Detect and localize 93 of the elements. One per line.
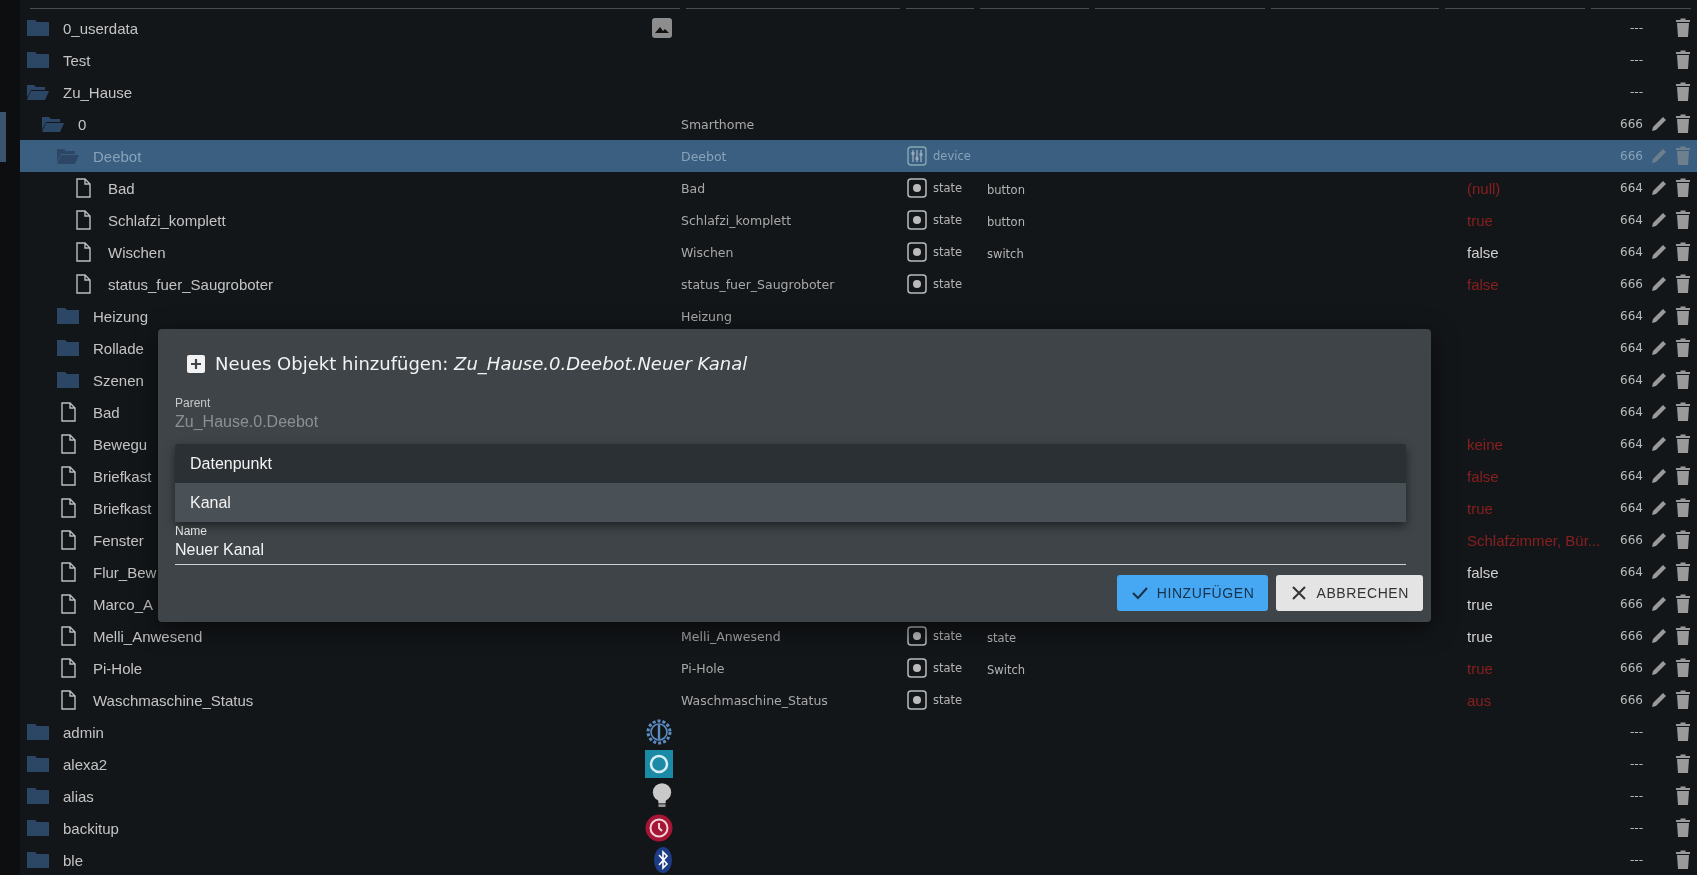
object-name: Heizung [681,308,732,324]
acl-text: 664 [1620,309,1643,323]
acl-text: 666 [1620,661,1643,675]
object-id: Melli_Anwesend [93,627,203,645]
acl-text: 664 [1620,213,1643,227]
object-value: true [1467,211,1493,229]
acl-text: 666 [1620,533,1643,547]
acl-text: --- [1630,85,1643,99]
acl-text: 664 [1620,341,1643,355]
object-value: false [1467,467,1499,485]
object-id: Waschmaschine_Status [93,691,254,709]
acl-text: 666 [1620,597,1643,611]
object-type: state [933,661,963,675]
object-id: Deebot [93,147,142,165]
object-id: Test [63,51,91,69]
acl-text: 664 [1620,181,1643,195]
object-name: status_fuer_Saugroboter [681,276,835,292]
acl-text: 664 [1620,245,1643,259]
field-label: Name [175,524,207,538]
object-id: 0_userdata [63,19,139,37]
field-label: Parent [175,396,211,410]
object-value: false [1467,275,1499,293]
object-type: state [933,181,963,195]
acl-text: 666 [1620,693,1643,707]
object-id: Marco_A [93,595,154,613]
object-type: state [933,277,963,291]
object-name: Pi-Hole [681,660,725,676]
object-id: status_fuer_Saugroboter [108,275,274,293]
acl-text: --- [1630,725,1643,739]
object-id: Wischen [108,243,166,261]
acl-text: --- [1630,53,1643,67]
object-value: true [1467,499,1493,517]
object-name: Waschmaschine_Status [681,692,828,708]
object-name: Melli_Anwesend [681,628,781,644]
object-value: false [1467,243,1499,261]
object-id: alias [63,787,94,805]
object-id: Bad [93,403,120,421]
object-id: Zu_Hause [63,83,133,101]
object-role: button [987,214,1025,229]
acl-text: 664 [1620,565,1643,579]
acl-text: --- [1630,21,1643,35]
object-type: state [933,693,963,707]
object-id: Briefkast [93,467,152,485]
object-name: Deebot [681,148,727,164]
object-id: alexa2 [63,755,108,773]
object-id: ble [63,851,84,869]
object-id: Bewegu [93,435,148,453]
object-id: admin [63,723,104,741]
object-id: 0 [78,115,87,133]
object-type: state [933,629,963,643]
dialog-title: Neues Objekt hinzufügen: Zu_Hause.0.Deebot.Neuer Kanal [215,353,748,374]
object-value: keine [1467,435,1503,453]
object-id: Heizung [93,307,149,325]
object-id: Briefkast [93,499,152,517]
acl-text: --- [1630,757,1643,771]
acl-text: 664 [1620,501,1643,515]
object-value: true [1467,595,1493,613]
object-value: aus [1467,691,1492,709]
object-type: state [933,213,963,227]
acl-text: 664 [1620,373,1643,387]
acl-text: 664 [1620,437,1643,451]
acl-text: --- [1630,821,1643,835]
object-role: switch [987,246,1024,261]
object-id: Bad [108,179,135,197]
acl-text: 664 [1620,469,1643,483]
object-value: true [1467,627,1493,645]
object-type: state [933,245,963,259]
object-id: Flur_Bew [93,563,157,581]
object-value: true [1467,659,1493,677]
object-name: Smarthome [681,116,755,132]
object-value: false [1467,563,1499,581]
acl-text: --- [1630,789,1643,803]
object-name: Schlafzi_komplett [681,212,792,228]
object-role: state [987,630,1017,645]
object-value: Schlafzimmer, Bür... [1467,531,1601,549]
object-id: Rollade [93,339,144,357]
object-id: Szenen [93,371,144,389]
acl-text: 666 [1620,117,1643,131]
acl-text: --- [1630,853,1643,867]
object-role: button [987,182,1025,197]
acl-text: 664 [1620,405,1643,419]
object-name: Bad [681,180,706,196]
acl-text: 666 [1620,629,1643,643]
acl-text: 666 [1620,277,1643,291]
acl-text: 666 [1620,149,1643,163]
object-id: backitup [63,819,119,837]
object-value: (null) [1467,179,1501,197]
object-type: device [933,149,971,163]
object-role: Switch [987,662,1026,677]
object-id: Fenster [93,531,144,549]
object-id: Pi-Hole [93,659,143,677]
object-name: Wischen [681,244,734,260]
object-id: Schlafzi_komplett [108,211,226,229]
